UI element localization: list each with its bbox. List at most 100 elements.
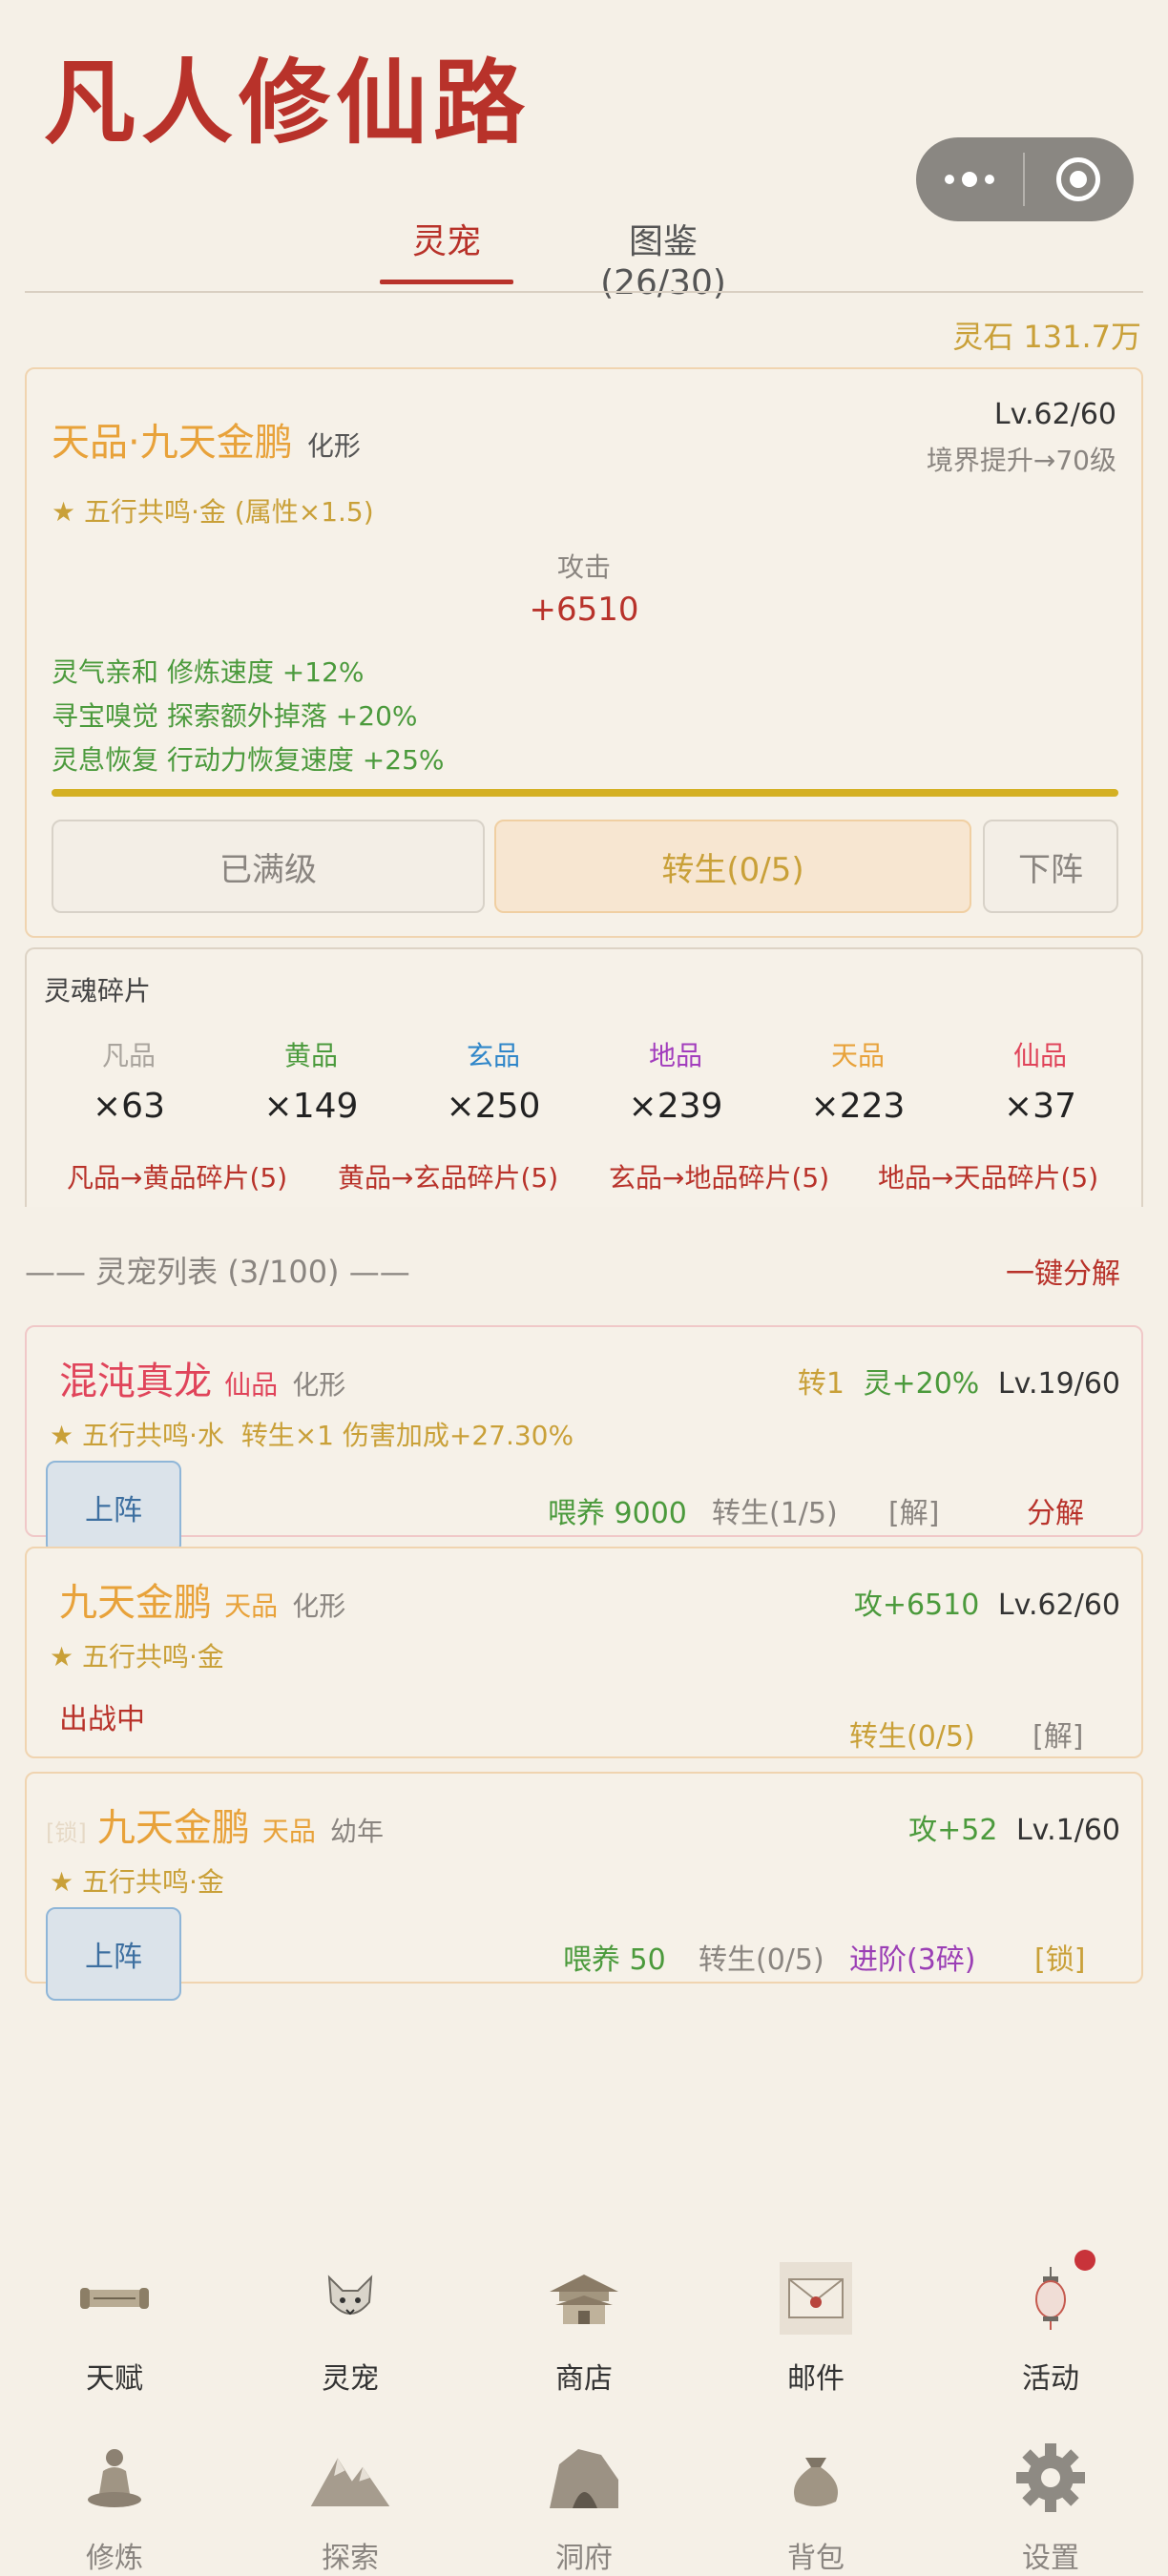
nav-bag[interactable]: 背包 — [744, 2435, 887, 2576]
pet-list-item: 混沌真龙 仙品 化形 转1 灵+20% Lv.19/60 ★ 五行共鸣·水 转生… — [25, 1325, 1143, 1554]
convert-yellow-to-mystic[interactable]: 黄品→玄品碎片(5) — [338, 1157, 558, 1195]
fragment-count: ×63 — [93, 1087, 165, 1126]
nav-cultivate[interactable]: 修炼 — [43, 2435, 186, 2576]
app-title: 凡人修仙路 — [44, 49, 531, 156]
pet-list-item: [锁] 九天金鹏 天品 幼年 攻+52 Lv.1/60 ★ 五行共鸣·金 上阵 … — [25, 1772, 1143, 2001]
pet-row-stats: 攻+52 Lv.1/60 — [908, 1806, 1120, 1848]
equip-button[interactable]: 上阵 — [46, 1461, 181, 1554]
nav-label: 修炼 — [86, 2542, 143, 2575]
soul-fragments-panel: 灵魂碎片 凡品 ×63 黄品 ×149 玄品 ×250 地品 ×239 天品 ×… — [25, 947, 1143, 1207]
fragment-quality: 天品 — [830, 1040, 885, 1071]
fragment-count: ×149 — [263, 1087, 359, 1126]
meditation-icon — [72, 2435, 157, 2521]
unlock-button[interactable]: [解] — [1032, 1713, 1083, 1755]
convert-earth-to-heaven[interactable]: 地品→天品碎片(5) — [878, 1157, 1098, 1195]
fragment-yellow: 黄品 ×149 — [240, 1035, 383, 1126]
nav-label: 天赋 — [86, 2362, 143, 2396]
fragment-immortal: 仙品 ×37 — [969, 1035, 1112, 1126]
nav-mail[interactable]: 邮件 — [744, 2255, 887, 2397]
mountain-icon — [307, 2435, 393, 2521]
lock-button[interactable]: [锁] — [1034, 1936, 1085, 1978]
tab-pets[interactable]: 灵宠 — [380, 214, 513, 284]
pet-resonance: ★ 五行共鸣·金 (属性×1.5) — [52, 496, 374, 528]
nav-label: 邮件 — [787, 2362, 845, 2396]
exp-bar — [52, 789, 1118, 797]
maxed-button[interactable]: 已满级 — [52, 820, 485, 913]
nav-label: 设置 — [1022, 2542, 1079, 2575]
decompose-all-button[interactable]: 一键分解 — [1006, 1250, 1120, 1292]
attack-bonus-tag: 攻+52 — [908, 1814, 998, 1847]
nav-shop[interactable]: 商店 — [512, 2255, 656, 2397]
target-icon — [1056, 157, 1100, 201]
rebirth-button[interactable]: 转生(0/5) — [699, 1936, 824, 1978]
unequip-button[interactable]: 下阵 — [983, 820, 1118, 913]
bonus-line: 灵气亲和 修炼速度 +12% — [52, 656, 365, 688]
pet-row-level: Lv.19/60 — [997, 1367, 1120, 1401]
fragment-count: ×37 — [1004, 1087, 1076, 1126]
nav-talent[interactable]: 天赋 — [43, 2255, 186, 2397]
unlock-button[interactable]: [解] — [888, 1489, 939, 1531]
fragment-quality: 仙品 — [1012, 1040, 1067, 1071]
tab-codex[interactable]: 图鉴 (26/30) — [563, 214, 763, 302]
pet-list-title: —— 灵宠列表 (3/100) —— — [25, 1254, 410, 1290]
pet-name: 天品·九天金鹏 — [52, 421, 293, 465]
stat-label: 攻击 — [556, 551, 611, 583]
pet-row-stats: 攻+6510 Lv.62/60 — [854, 1581, 1120, 1623]
decompose-button[interactable]: 分解 — [1027, 1489, 1084, 1531]
nav-pets[interactable]: 灵宠 — [279, 2255, 422, 2397]
rebirth-button[interactable]: 转生(0/5) — [849, 1713, 975, 1755]
rebirth-button[interactable]: 转生(0/5) — [494, 820, 971, 913]
pet-row-quality: 天品 — [261, 1816, 316, 1847]
attack-bonus-tag: 攻+6510 — [853, 1589, 980, 1622]
notification-badge — [1074, 2250, 1095, 2271]
close-miniprogram-button[interactable] — [1025, 137, 1132, 221]
pet-row-title: 九天金鹏 天品 化形 — [59, 1571, 345, 1627]
nav-label: 活动 — [1022, 2362, 1079, 2396]
nav-label: 背包 — [787, 2542, 845, 2575]
nav-events[interactable]: 活动 — [979, 2250, 1122, 2397]
pet-list-item: 九天金鹏 天品 化形 攻+6510 Lv.62/60 ★ 五行共鸣·金 出战中 … — [25, 1547, 1143, 1758]
fragment-common: 凡品 ×63 — [57, 1035, 200, 1126]
fragment-quality: 玄品 — [466, 1040, 520, 1071]
bonus-line: 寻宝嗅觉 探索额外掉落 +20% — [52, 700, 418, 732]
nav-label: 灵宠 — [322, 2362, 379, 2396]
spirit-stone-balance: 灵石 131.7万 — [952, 319, 1141, 355]
fox-icon — [307, 2255, 393, 2341]
pavilion-icon — [541, 2255, 627, 2341]
pet-title: 天品·九天金鹏 化形 — [52, 411, 361, 467]
convert-common-to-yellow[interactable]: 凡品→黄品碎片(5) — [67, 1157, 287, 1195]
nav-explore[interactable]: 探索 — [279, 2435, 422, 2576]
fragment-quality: 凡品 — [101, 1040, 156, 1071]
more-dots-icon — [945, 172, 994, 187]
advance-button[interactable]: 进阶(3碎) — [849, 1936, 976, 1978]
pouch-icon — [773, 2435, 859, 2521]
bonus-line: 灵息恢复 行动力恢复速度 +25% — [52, 744, 445, 776]
pet-row-name: 九天金鹏 — [59, 1581, 212, 1625]
gear-icon — [1008, 2435, 1094, 2521]
pet-row-stats: 转1 灵+20% Lv.19/60 — [798, 1360, 1120, 1402]
exp-bar-fill — [52, 789, 1118, 797]
convert-mystic-to-earth[interactable]: 玄品→地品碎片(5) — [609, 1157, 829, 1195]
fragment-count: ×250 — [446, 1087, 541, 1126]
pet-breakthrough: 境界提升→70级 — [926, 445, 1116, 476]
nav-settings[interactable]: 设置 — [979, 2435, 1122, 2576]
equip-button[interactable]: 上阵 — [46, 1907, 181, 2001]
fragment-quality: 地品 — [648, 1040, 702, 1071]
fragment-heaven: 天品 ×223 — [786, 1035, 929, 1126]
fragment-count: ×239 — [628, 1087, 723, 1126]
feed-button[interactable]: 喂养 50 — [563, 1936, 666, 1978]
nav-label: 探索 — [322, 2542, 379, 2575]
fragment-count: ×223 — [810, 1087, 906, 1126]
more-menu-button[interactable] — [916, 137, 1023, 221]
pet-row-level: Lv.62/60 — [997, 1589, 1120, 1622]
feed-button[interactable]: 喂养 9000 — [548, 1489, 687, 1531]
fragments-title: 灵魂碎片 — [44, 975, 152, 1007]
pet-row-resonance: ★ 五行共鸣·金 — [50, 1641, 224, 1672]
pet-level: Lv.62/60 — [993, 398, 1116, 431]
rebirth-button[interactable]: 转生(1/5) — [712, 1489, 838, 1531]
pet-row-quality: 天品 — [224, 1590, 279, 1622]
pet-row-stage: 化形 — [292, 1590, 346, 1622]
nav-cave[interactable]: 洞府 — [512, 2435, 656, 2576]
pet-form: 化形 — [306, 430, 361, 462]
miniprogram-capsule — [916, 137, 1134, 221]
